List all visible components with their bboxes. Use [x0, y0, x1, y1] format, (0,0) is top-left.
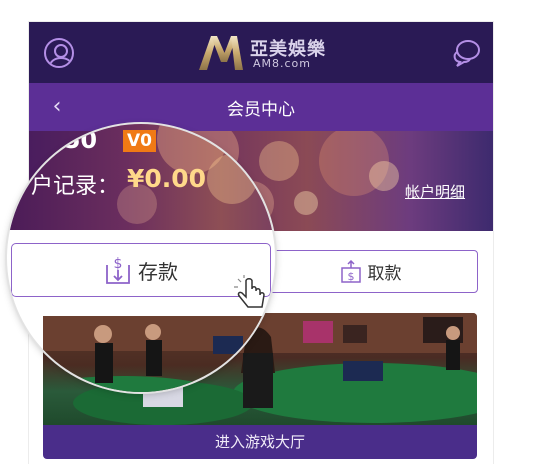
- top-header: 亞美娛樂 AM8.com: [29, 22, 493, 83]
- magnified-account-banner: 050 V0 户记录： ¥0.00: [7, 124, 275, 230]
- user-icon[interactable]: [44, 38, 74, 68]
- svg-text:$: $: [114, 256, 123, 272]
- magnifier-overlay: 050 V0 户记录： ¥0.00 $ 存款: [7, 124, 275, 392]
- svg-text:$: $: [347, 270, 354, 283]
- withdraw-button[interactable]: $ 取款: [263, 250, 478, 293]
- withdraw-dollar-icon: $: [340, 259, 361, 283]
- account-record-value: ¥0.00: [127, 164, 207, 193]
- enter-game-lobby-button[interactable]: 进入游戏大厅: [43, 425, 477, 459]
- deposit-label: 存款: [138, 259, 178, 284]
- vip-level-badge: V0: [123, 130, 156, 152]
- am-logo-mark-icon: [199, 36, 243, 70]
- page-title: 会员中心: [227, 100, 295, 120]
- withdraw-label: 取款: [367, 264, 402, 284]
- magnified-casino-image: [43, 316, 275, 392]
- deposit-dollar-icon: $: [106, 256, 130, 284]
- chat-bubbles-icon[interactable]: [451, 38, 481, 68]
- logo-domain-text: AM8.com: [253, 57, 312, 70]
- account-details-link[interactable]: 帐户明细: [405, 181, 465, 202]
- username-text: 050: [47, 126, 98, 154]
- account-record-label: 户记录：: [31, 174, 120, 199]
- hand-pointer-icon: [234, 275, 265, 308]
